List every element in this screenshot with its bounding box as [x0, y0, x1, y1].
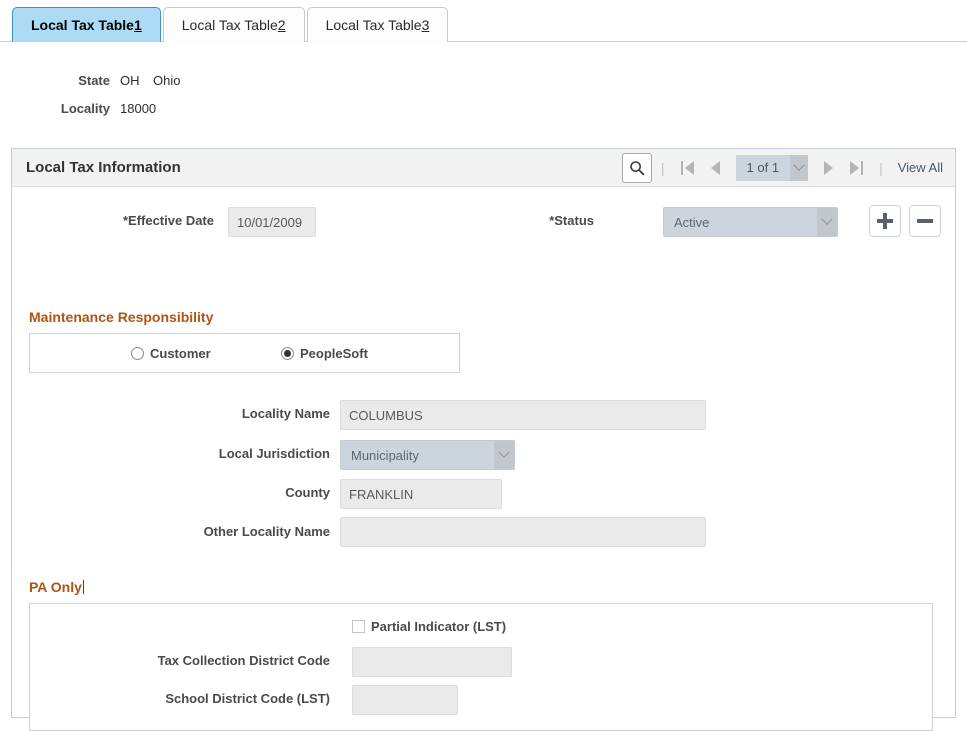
chevron-down-icon[interactable]: [790, 154, 809, 181]
status-value: Active: [674, 214, 710, 230]
county-label: County: [285, 485, 330, 500]
radio-customer[interactable]: Customer: [131, 346, 211, 361]
previous-page-icon[interactable]: [702, 157, 730, 179]
state-label: State: [78, 72, 110, 88]
locality-row: Locality 18000: [0, 94, 967, 122]
local-jurisdiction-label: Local Jurisdiction: [218, 446, 330, 461]
nav-separator-right: |: [879, 159, 883, 176]
local-jurisdiction-value: Municipality: [351, 447, 419, 463]
other-locality-name-label: Other Locality Name: [203, 524, 330, 539]
maintenance-responsibility-heading: Maintenance Responsibility: [29, 309, 214, 325]
partial-indicator-label: Partial Indicator (LST): [371, 619, 507, 634]
locality-label: Locality: [60, 100, 110, 116]
row-counter-label: 1 of 1: [735, 154, 791, 181]
radio-customer-label: Customer: [150, 346, 211, 361]
state-description-value: Ohio: [153, 72, 181, 88]
key-fields: State OH Ohio Locality 18000: [0, 42, 967, 122]
chevron-down-icon: [494, 441, 514, 469]
tab-accelerator: 3: [421, 17, 430, 33]
group-header: Local Tax Information | 1 of 1 | View Al…: [12, 149, 955, 187]
maintenance-responsibility-box: Customer PeopleSoft: [29, 333, 460, 373]
tab-strip: Local Tax Table 1 Local Tax Table 2 Local …: [0, 0, 967, 42]
delete-row-button[interactable]: [909, 205, 941, 237]
local-jurisdiction-select[interactable]: Municipality: [340, 440, 515, 470]
tab-local-tax-table3[interactable]: Local Tax Table 3: [306, 7, 449, 42]
partial-indicator-checkbox-row[interactable]: Partial Indicator (LST): [352, 619, 506, 634]
locality-name-input[interactable]: [340, 400, 706, 430]
effective-date-input[interactable]: [228, 207, 316, 237]
tab-label: Local Tax Table: [31, 16, 134, 33]
radio-circle-filled-icon: [281, 347, 294, 360]
other-locality-name-input[interactable]: [340, 517, 706, 547]
state-row: State OH Ohio: [0, 66, 967, 94]
pa-only-heading: PA Only: [29, 579, 84, 595]
locality-name-label: Locality Name: [241, 406, 330, 421]
state-code-value: OH: [120, 72, 140, 88]
tab-accelerator: 1: [133, 16, 142, 33]
status-label: *Status: [549, 213, 594, 228]
text-caret-icon: [82, 580, 84, 594]
add-row-button[interactable]: [869, 205, 901, 237]
view-all-link[interactable]: View All: [892, 160, 943, 175]
row-action-buttons: [869, 205, 941, 237]
local-tax-information-panel: Local Tax Information | 1 of 1 | View Al…: [11, 148, 956, 731]
school-district-code-input[interactable]: [352, 685, 458, 715]
school-district-code-label: School District Code (LST): [165, 691, 330, 706]
locality-value: 18000: [120, 100, 157, 116]
next-page-icon[interactable]: [814, 157, 842, 179]
tab-label: Local Tax Table: [325, 17, 422, 33]
checkbox-icon[interactable]: [352, 620, 365, 633]
effective-date-status-row: *Effective Date *Status Active: [12, 205, 955, 241]
radio-circle-icon: [131, 347, 144, 360]
pa-only-box: Partial Indicator (LST) Tax Collection D…: [29, 603, 933, 731]
pa-only-heading-text: PA Only: [29, 579, 82, 595]
row-navigation: | 1 of 1 | View All: [621, 152, 943, 183]
last-page-icon[interactable]: [842, 157, 870, 179]
county-input[interactable]: [340, 479, 502, 509]
nav-separator-left: |: [660, 159, 665, 176]
tax-collection-district-code-label: Tax Collection District Code: [157, 653, 330, 668]
tax-collection-district-code-input[interactable]: [352, 647, 512, 677]
effective-date-label: *Effective Date: [122, 213, 214, 228]
tab-label: Local Tax Table: [181, 17, 278, 33]
status-select[interactable]: Active: [663, 207, 838, 237]
tab-local-tax-table1[interactable]: Local Tax Table 1: [12, 7, 161, 42]
radio-peoplesoft-label: PeopleSoft: [300, 346, 368, 361]
first-page-icon[interactable]: [674, 157, 702, 179]
radio-peoplesoft[interactable]: PeopleSoft: [281, 346, 368, 361]
search-icon[interactable]: [621, 152, 652, 183]
row-counter[interactable]: 1 of 1: [735, 154, 809, 181]
page-title: Local Tax Information: [26, 159, 181, 176]
tab-local-tax-table2[interactable]: Local Tax Table 2: [162, 7, 305, 42]
tab-accelerator: 2: [277, 17, 286, 33]
chevron-down-icon: [817, 208, 837, 236]
